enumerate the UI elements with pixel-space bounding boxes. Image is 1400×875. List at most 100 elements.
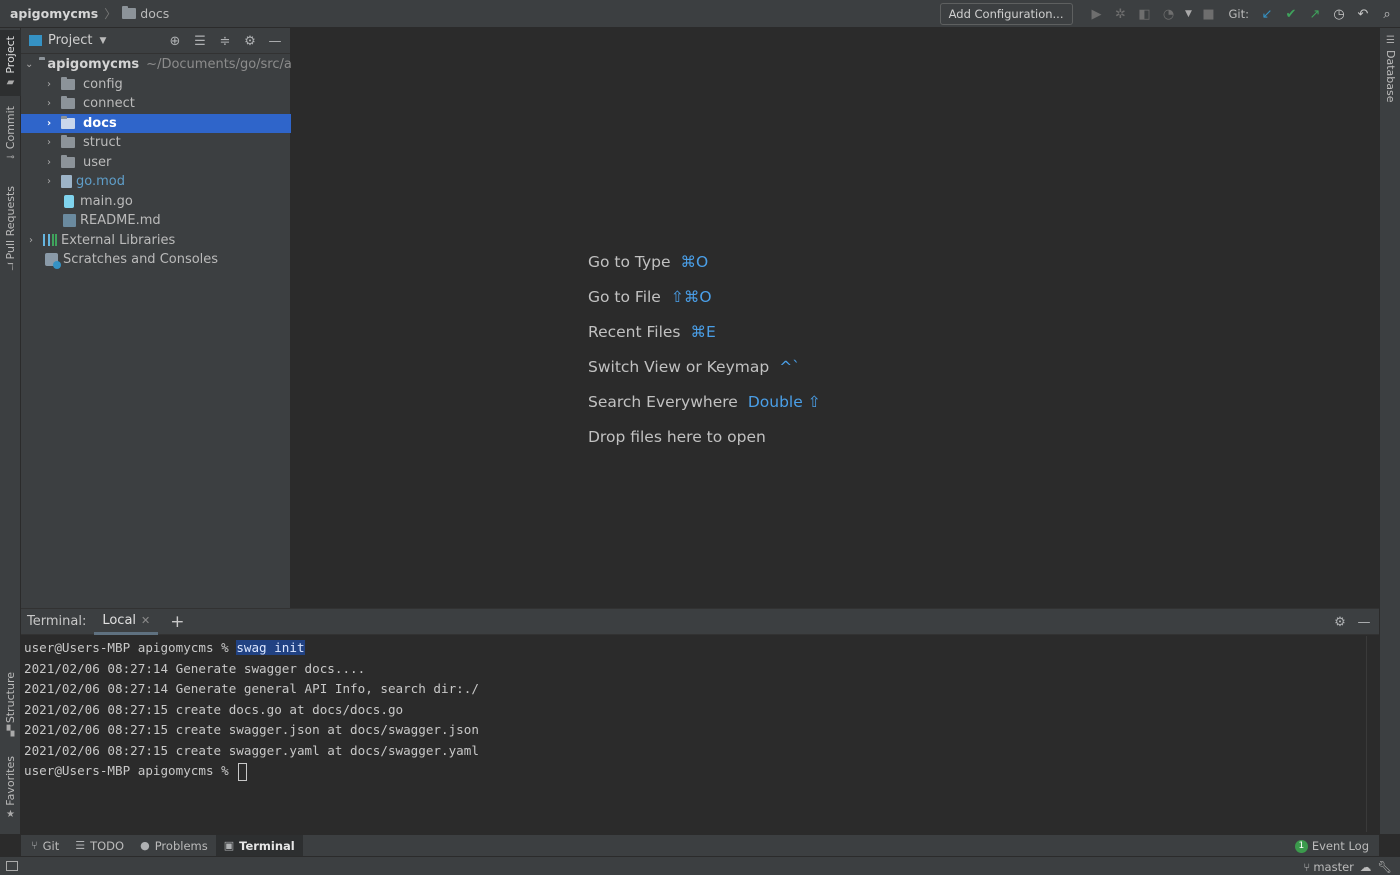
- terminal-scrollbar[interactable]: [1366, 636, 1367, 832]
- event-count-badge: 1: [1294, 839, 1308, 853]
- coverage-icon[interactable]: ◧: [1136, 5, 1154, 23]
- wrench-icon[interactable]: 🔧︎: [1377, 860, 1392, 874]
- markdown-file-icon: [63, 214, 76, 228]
- status-bar: ⑂ master ☁ 🔧︎: [0, 856, 1400, 875]
- terminal-cursor: [238, 762, 248, 781]
- close-icon[interactable]: ✕: [141, 614, 150, 627]
- tab-git[interactable]: ⑂ Git: [23, 835, 67, 857]
- tree-item-readme[interactable]: README.md: [21, 211, 291, 231]
- chevron-right-icon[interactable]: ›: [43, 79, 55, 90]
- project-view-selector[interactable]: Project: [48, 33, 92, 48]
- gear-icon[interactable]: ⚙: [241, 32, 259, 50]
- tab-database[interactable]: ☰ Database: [1380, 36, 1400, 106]
- tab-project[interactable]: Project ▰: [0, 30, 21, 96]
- terminal-output[interactable]: user@Users-MBP apigomycms % swag init 20…: [24, 638, 479, 782]
- tab-pull-requests[interactable]: Pull Requests ℸ: [0, 186, 21, 278]
- folder-icon: [61, 76, 75, 90]
- chevron-down-icon[interactable]: ▼: [99, 36, 106, 46]
- tree-item-struct[interactable]: › struct: [21, 133, 291, 153]
- git-label: Git:: [1228, 7, 1250, 21]
- rollback-icon[interactable]: ↶: [1354, 5, 1372, 23]
- hint-recent-files: Recent Files ⌘E: [588, 322, 716, 341]
- breadcrumb-folder[interactable]: docs: [140, 6, 169, 21]
- shortcut-label: Double ⇧: [747, 392, 821, 411]
- tree-item-go-mod[interactable]: › go.mod: [21, 172, 291, 192]
- tab-commit[interactable]: Commit ⊸: [0, 106, 21, 168]
- git-history-icon[interactable]: ◷: [1330, 5, 1348, 23]
- tab-favorites[interactable]: Favorites ★: [0, 756, 21, 826]
- terminal-tab-local[interactable]: Local ✕: [94, 609, 159, 635]
- add-configuration-button[interactable]: Add Configuration...: [939, 3, 1073, 25]
- locate-icon[interactable]: ⊕: [166, 32, 184, 50]
- terminal-header: Terminal: Local ✕ + ⚙ —: [21, 609, 1379, 635]
- navigation-bar: apigomycms 〉 docs Add Configuration... ▶…: [0, 0, 1400, 28]
- terminal-title: Terminal:: [27, 614, 87, 629]
- shortcut-label: ⌘E: [690, 322, 716, 341]
- terminal-line: 2021/02/06 08:27:15 create swagger.yaml …: [24, 742, 479, 758]
- folder-icon: [61, 96, 75, 110]
- info-icon: ●: [140, 839, 150, 852]
- shortcut-label: ⌘O: [680, 252, 709, 271]
- chevron-right-icon[interactable]: ›: [43, 118, 55, 129]
- terminal-line: 2021/02/06 08:27:14 Generate general API…: [24, 681, 479, 696]
- git-branch[interactable]: master: [1313, 860, 1354, 874]
- gear-icon[interactable]: ⚙: [1331, 613, 1349, 631]
- database-icon: ☰: [1386, 35, 1395, 46]
- git-push-icon[interactable]: ↗: [1306, 5, 1324, 23]
- git-commit-icon[interactable]: ✔: [1282, 5, 1300, 23]
- git-update-icon[interactable]: ↙: [1258, 5, 1276, 23]
- project-panel-header: Project ▼ ⊕ ☰ ≑ ⚙ —: [21, 28, 290, 54]
- chevron-right-icon[interactable]: ›: [43, 137, 55, 148]
- hide-icon[interactable]: —: [1355, 613, 1373, 631]
- chevron-right-icon[interactable]: ›: [43, 176, 55, 187]
- structure-icon: ▚: [6, 726, 15, 738]
- chevron-right-icon[interactable]: ›: [25, 235, 37, 246]
- welcome-hints: Go to Type ⌘O Go to File ⇧⌘O Recent File…: [588, 244, 821, 454]
- status-right: ⑂ master ☁ 🔧︎: [1297, 857, 1392, 875]
- collapse-all-icon[interactable]: ≑: [216, 32, 234, 50]
- hide-icon[interactable]: —: [266, 32, 284, 50]
- chevron-right-icon[interactable]: ›: [43, 98, 55, 109]
- tree-item-connect[interactable]: › connect: [21, 94, 291, 114]
- new-terminal-tab-icon[interactable]: +: [170, 612, 184, 632]
- right-tool-strip: ☰ Database: [1379, 28, 1400, 834]
- hint-go-to-file: Go to File ⇧⌘O: [588, 287, 712, 306]
- profile-icon[interactable]: ◔: [1160, 5, 1178, 23]
- folder-icon: [122, 6, 137, 19]
- hint-drop-files: Drop files here to open: [588, 427, 766, 446]
- expand-all-icon[interactable]: ☰: [191, 32, 209, 50]
- tree-item-user[interactable]: › user: [21, 153, 291, 173]
- search-icon[interactable]: ⌕: [1378, 5, 1396, 23]
- tree-item-main-go[interactable]: main.go: [21, 192, 291, 212]
- debug-icon[interactable]: ✲: [1112, 5, 1130, 23]
- terminal-line: 2021/02/06 08:27:15 create docs.go at do…: [24, 701, 404, 717]
- hint-switch-view: Switch View or Keymap ^`: [588, 357, 800, 376]
- project-tree: ⌄ apigomycms ~/Documents/go/src/a › conf…: [21, 55, 292, 270]
- tree-item-docs[interactable]: › docs: [21, 113, 291, 133]
- branch-icon: ⑂: [1303, 859, 1311, 874]
- tab-problems[interactable]: ● Problems: [132, 835, 216, 857]
- chevron-down-icon[interactable]: ▼: [1184, 5, 1194, 23]
- breadcrumb-project[interactable]: apigomycms: [10, 6, 98, 21]
- run-icon[interactable]: ▶: [1088, 5, 1106, 23]
- folder-icon: [61, 154, 75, 168]
- tree-root[interactable]: ⌄ apigomycms ~/Documents/go/src/a: [21, 55, 292, 75]
- toggle-tool-windows-icon[interactable]: [6, 861, 18, 871]
- cloud-icon[interactable]: ☁: [1360, 860, 1372, 874]
- project-panel: Project ▼ ⊕ ☰ ≑ ⚙ — ⌄ apigomycms ~/Docum…: [21, 28, 292, 608]
- hint-search-everywhere: Search Everywhere Double ⇧: [588, 392, 821, 411]
- tree-item-external-libraries[interactable]: › External Libraries: [21, 231, 291, 251]
- editor-area[interactable]: Go to Type ⌘O Go to File ⇧⌘O Recent File…: [292, 28, 1378, 608]
- tab-structure[interactable]: Structure ▚: [0, 672, 21, 738]
- chevron-right-icon[interactable]: ›: [43, 157, 55, 168]
- folder-icon: [61, 115, 75, 129]
- tree-item-config[interactable]: › config: [21, 75, 291, 95]
- stop-icon[interactable]: ■: [1200, 5, 1218, 23]
- tab-todo[interactable]: ☰ TODO: [67, 835, 132, 857]
- chevron-down-icon[interactable]: ⌄: [25, 59, 33, 70]
- event-log-button[interactable]: 1 Event Log: [1294, 835, 1369, 857]
- tree-item-scratches[interactable]: Scratches and Consoles: [21, 250, 291, 270]
- project-panel-tools: ⊕ ☰ ≑ ⚙ —: [159, 32, 284, 50]
- commit-icon: ⊸: [6, 152, 15, 164]
- tab-terminal[interactable]: ▣ Terminal: [215, 834, 303, 857]
